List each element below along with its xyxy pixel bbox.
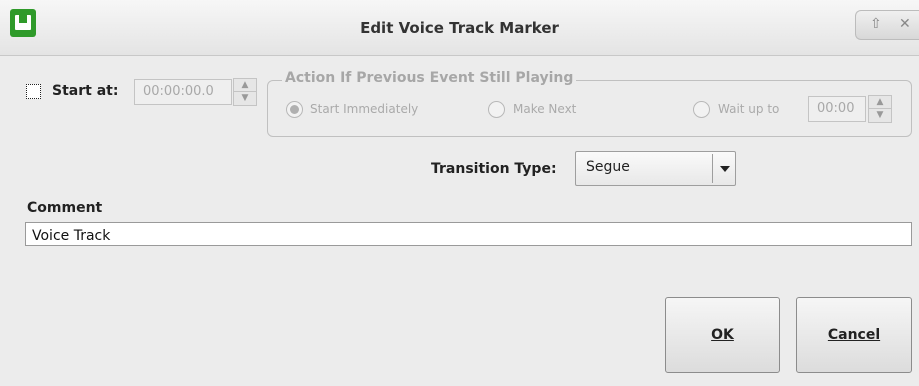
wait-time-field[interactable]: 00:00 [808,96,866,122]
close-icon[interactable]: ✕ [899,16,911,32]
window-title: Edit Voice Track Marker [360,19,559,37]
action-group-title: Action If Previous Event Still Playing [282,70,577,86]
radio-make-next[interactable] [488,101,505,118]
window-controls: ⇧ ✕ [855,10,919,40]
cancel-button[interactable]: Cancel [796,297,912,373]
start-at-checkbox[interactable] [26,84,41,99]
shade-icon[interactable]: ⇧ [870,16,882,32]
radio-start-immediately-label: Start Immediately [310,102,419,116]
chevron-down-icon[interactable] [720,166,730,172]
comment-input[interactable] [25,222,912,246]
start-at-label: Start at: [52,83,119,99]
spin-down-icon[interactable]: ▼ [869,109,891,122]
select-divider [712,154,713,183]
spin-up-icon[interactable]: ▲ [869,96,891,109]
transition-type-label: Transition Type: [431,161,557,177]
transition-type-value: Segue [586,159,630,175]
spin-down-icon[interactable]: ▼ [234,92,256,105]
radio-wait-up-to-label: Wait up to [718,102,780,116]
radio-start-immediately[interactable] [286,101,303,118]
transition-type-select[interactable]: Segue [575,151,736,186]
comment-label: Comment [27,200,103,216]
title-bar: Edit Voice Track Marker ⇧ ✕ [0,0,919,56]
ok-button[interactable]: OK [665,297,780,373]
start-time-spinner[interactable]: ▲ ▼ [233,78,257,106]
radio-wait-up-to[interactable] [693,101,710,118]
start-time-field[interactable]: 00:00:00.0 [134,79,232,105]
spin-up-icon[interactable]: ▲ [234,79,256,92]
wait-time-spinner[interactable]: ▲ ▼ [868,95,892,123]
radio-make-next-label: Make Next [513,102,577,116]
